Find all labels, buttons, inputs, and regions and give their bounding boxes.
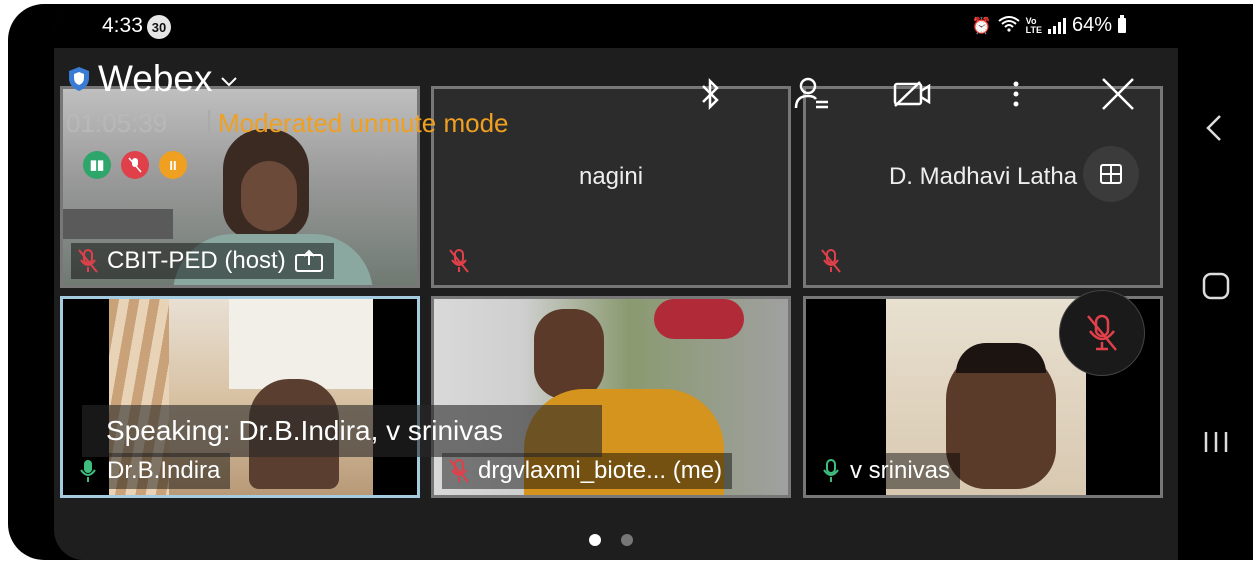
alarm-icon: ⏰ (971, 17, 992, 35)
app-title-dropdown[interactable]: Webex (68, 58, 237, 100)
participants-icon[interactable] (790, 72, 834, 116)
mic-muted-icon (821, 249, 841, 273)
video-tile-b-indira[interactable]: Dr.B.Indira (60, 296, 420, 498)
more-icon[interactable] (994, 72, 1038, 116)
tile-name-tag: CBIT-PED (host) (71, 243, 334, 279)
wifi-icon (998, 15, 1020, 36)
top-controls: Webex 01:05:39 Moderated unmute mode (54, 52, 1178, 138)
participant-name-center: nagini (578, 163, 644, 190)
volte-icon: Vo LTE (1025, 15, 1042, 35)
mic-muted-status-icon (121, 151, 149, 179)
signal-icon (1047, 17, 1066, 34)
participant-name: v srinivas (850, 457, 951, 484)
grid-layout-icon (1100, 164, 1122, 184)
participant-name: CBIT-PED (host) (107, 247, 286, 274)
meeting-timer: 01:05:39 (66, 108, 168, 138)
tile-status-icons: ▮▮ II (83, 151, 187, 179)
back-icon[interactable] (1192, 104, 1240, 152)
pause-icon: II (159, 151, 187, 179)
mute-toggle-button[interactable] (1059, 290, 1145, 376)
mic-muted-icon (449, 249, 469, 273)
timer-divider (208, 110, 210, 134)
chevron-down-icon (220, 77, 237, 87)
android-nav-bar (1178, 4, 1253, 560)
mic-muted-icon (78, 249, 98, 273)
home-icon[interactable] (1192, 262, 1240, 310)
tile-name-tag (814, 243, 852, 279)
network-good-icon: ▮▮ (83, 151, 111, 179)
battery-percent: 64% (1071, 14, 1112, 36)
tile-name-tag: v srinivas (814, 453, 961, 489)
shield-icon (69, 67, 89, 91)
status-bar: 4:33 30 ⏰ Vo LTE 64% (54, 4, 1178, 48)
close-icon[interactable] (1096, 72, 1140, 116)
participant-name: Dr.B.Indira (107, 457, 221, 484)
participant-name: drgvlaxmi_biote... (me) (478, 457, 723, 484)
speaking-banner: Speaking: Dr.B.Indira, v srinivas (82, 405, 602, 457)
webex-screen: 4:33 30 ⏰ Vo LTE 64% ▮▮ II CBIT-PED (hos… (54, 4, 1178, 560)
page-indicator (589, 534, 633, 546)
bluetooth-icon[interactable] (688, 72, 732, 116)
page-dot-1[interactable] (589, 534, 601, 546)
mic-active-icon (80, 460, 96, 482)
unmute-mode-label: Moderated unmute mode (218, 108, 509, 138)
mic-active-icon (823, 459, 839, 482)
recents-icon[interactable] (1192, 418, 1240, 466)
tile-name-tag: Dr.B.Indira (71, 453, 231, 489)
mic-muted-icon (449, 459, 469, 483)
tile-name-tag: drgvlaxmi_biote... (me) (442, 453, 733, 489)
camera-off-icon[interactable] (890, 72, 934, 116)
video-tile-self[interactable]: drgvlaxmi_biote... (me) (431, 296, 791, 498)
notification-badge: 30 (147, 15, 171, 39)
layout-toggle-button[interactable] (1083, 146, 1139, 202)
phone-frame: 4:33 30 ⏰ Vo LTE 64% ▮▮ II CBIT-PED (hos… (8, 4, 1253, 560)
tile-name-tag (442, 243, 480, 279)
status-time: 4:33 (102, 14, 143, 37)
app-title: Webex (98, 58, 213, 99)
mic-muted-icon (1087, 314, 1117, 351)
battery-icon (1118, 15, 1126, 33)
share-screen-icon (294, 249, 323, 272)
page-dot-2[interactable] (621, 534, 633, 546)
status-right: ⏰ Vo LTE 64% (972, 14, 1126, 37)
